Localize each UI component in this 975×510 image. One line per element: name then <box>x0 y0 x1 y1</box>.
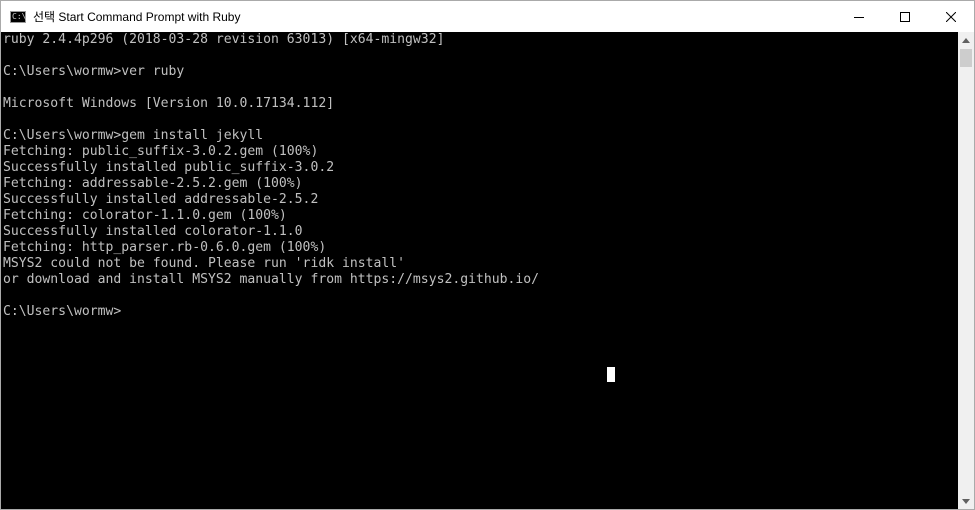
console-line: MSYS2 could not be found. Please run 'ri… <box>3 256 406 271</box>
minimize-icon <box>854 16 864 18</box>
console-line: Fetching: http_parser.rb-0.6.0.gem (100%… <box>3 240 327 255</box>
command-prompt-icon[interactable]: C:\ <box>10 10 27 23</box>
console-line: Successfully installed addressable-2.5.2 <box>3 192 319 207</box>
title-bar[interactable]: C:\ 선택 Start Command Prompt with Ruby <box>1 1 974 32</box>
console-line: Successfully installed colorator-1.1.0 <box>3 224 303 239</box>
window-title: 선택 Start Command Prompt with Ruby <box>33 10 241 24</box>
console-line: Microsoft Windows [Version 10.0.17134.11… <box>3 96 335 111</box>
console-output[interactable]: ruby 2.4.4p296 (2018-03-28 revision 6301… <box>1 32 958 509</box>
console-line: C:\Users\wormw>gem install jekyll <box>3 128 264 143</box>
close-icon <box>946 11 956 22</box>
command-prompt-window: C:\ 선택 Start Command Prompt with Ruby ru… <box>0 0 975 510</box>
console-line: C:\Users\wormw>ver ruby <box>3 64 185 79</box>
close-button[interactable] <box>928 1 974 32</box>
scroll-up-button[interactable] <box>958 32 974 48</box>
console-line: Successfully installed public_suffix-3.0… <box>3 160 335 175</box>
minimize-button[interactable] <box>836 1 882 32</box>
scroll-thumb[interactable] <box>960 49 972 67</box>
chevron-up-icon <box>962 37 970 43</box>
maximize-icon <box>900 11 910 22</box>
vertical-scrollbar[interactable] <box>958 32 974 509</box>
scroll-down-button[interactable] <box>958 493 974 509</box>
console-line: Fetching: colorator-1.1.0.gem (100%) <box>3 208 287 223</box>
console-line: Fetching: addressable-2.5.2.gem (100%) <box>3 176 303 191</box>
text-cursor <box>607 367 615 382</box>
chevron-down-icon <box>962 498 970 504</box>
console-line: Fetching: public_suffix-3.0.2.gem (100%) <box>3 144 319 159</box>
console-line: ruby 2.4.4p296 (2018-03-28 revision 6301… <box>3 32 445 47</box>
window-controls <box>836 1 974 32</box>
maximize-button[interactable] <box>882 1 928 32</box>
console-prompt-line: C:\Users\wormw> <box>3 304 122 319</box>
app-icon-text: C:\ <box>12 11 27 21</box>
console-line: or download and install MSYS2 manually f… <box>3 272 540 287</box>
